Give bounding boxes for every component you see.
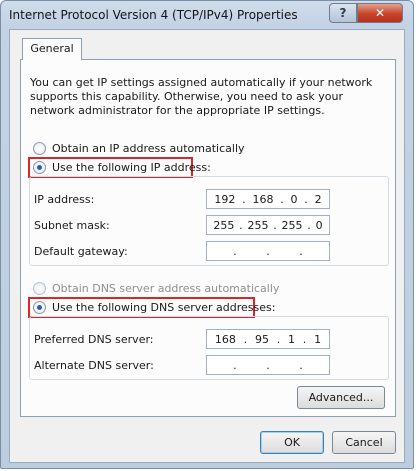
octet-separator: .	[307, 218, 311, 232]
obtain-dns-auto-radio[interactable]	[33, 281, 46, 295]
dns-octet: 95	[254, 332, 269, 346]
use-following-dns-option[interactable]: Use the following DNS server addresses:	[33, 299, 275, 315]
ip-address-label: IP address:	[34, 193, 95, 206]
octet-separator: .	[276, 332, 281, 346]
obtain-ip-auto-label: Obtain an IP address automatically	[52, 141, 245, 155]
alternate-dns-input[interactable]: . . .	[206, 355, 330, 375]
dns-server-group: Preferred DNS server: 168. 95. 1. 1 Alte…	[29, 316, 389, 380]
help-button[interactable]: ?	[329, 3, 357, 23]
obtain-ip-auto-option[interactable]: Obtain an IP address automatically	[33, 140, 245, 156]
use-following-dns-label: Use the following DNS server addresses:	[52, 300, 276, 314]
tab-general[interactable]: General	[22, 38, 82, 60]
dns-octet: 1	[288, 332, 296, 346]
subnet-mask-label: Subnet mask:	[34, 219, 110, 232]
octet-separator: .	[242, 192, 246, 206]
subnet-octet: 255	[213, 218, 235, 232]
dialog-window: Internet Protocol Version 4 (TCP/IPv4) P…	[0, 0, 414, 469]
octet-separator: .	[299, 244, 303, 258]
window-title: Internet Protocol Version 4 (TCP/IPv4) P…	[9, 8, 298, 22]
ok-button[interactable]: OK	[260, 431, 324, 454]
use-following-ip-label: Use the following IP address:	[52, 160, 211, 174]
general-tab-panel: You can get IP settings assigned automat…	[20, 59, 396, 417]
octet-separator: .	[266, 244, 270, 258]
obtain-dns-auto-label: Obtain DNS server address automatically	[52, 281, 280, 295]
dialog-client-area: General You can get IP settings assigned…	[9, 29, 405, 463]
ip-address-input[interactable]: 192. 168. 0. 2	[206, 189, 330, 209]
ip-octet: 2	[314, 192, 322, 206]
subnet-octet: 255	[281, 218, 303, 232]
advanced-button[interactable]: Advanced...	[297, 386, 385, 409]
preferred-dns-row: Preferred DNS server: 168. 95. 1. 1	[34, 329, 382, 351]
octet-separator: .	[233, 358, 237, 372]
subnet-mask-input[interactable]: 255. 255. 255. 0	[206, 215, 330, 235]
octet-separator: .	[302, 332, 307, 346]
obtain-ip-auto-radio[interactable]	[33, 141, 46, 155]
octet-separator: .	[280, 192, 284, 206]
ip-octet: 168	[252, 192, 274, 206]
preferred-dns-label: Preferred DNS server:	[34, 333, 154, 346]
octet-separator: .	[239, 218, 243, 232]
subnet-mask-row: Subnet mask: 255. 255. 255. 0	[34, 215, 382, 237]
octet-separator: .	[304, 192, 308, 206]
use-following-ip-option[interactable]: Use the following IP address:	[33, 159, 211, 175]
obtain-dns-auto-option[interactable]: Obtain DNS server address automatically	[33, 280, 279, 296]
cancel-button[interactable]: Cancel	[332, 431, 396, 454]
octet-separator: .	[266, 358, 270, 372]
ip-octet: 0	[290, 192, 298, 206]
octet-separator: .	[243, 332, 248, 346]
ip-octet: 192	[214, 192, 236, 206]
octet-separator: .	[273, 218, 277, 232]
ip-address-row: IP address: 192. 168. 0. 2	[34, 189, 382, 211]
octet-separator: .	[299, 358, 303, 372]
octet-separator: .	[233, 244, 237, 258]
subnet-octet: 255	[247, 218, 269, 232]
preferred-dns-input[interactable]: 168. 95. 1. 1	[206, 329, 330, 349]
use-following-dns-radio[interactable]	[33, 300, 46, 314]
dns-octet: 1	[314, 332, 322, 346]
use-following-ip-radio[interactable]	[33, 160, 46, 174]
close-button[interactable]: ✕	[357, 3, 403, 23]
default-gateway-row: Default gateway: . . .	[34, 241, 382, 263]
subnet-octet: 0	[315, 218, 323, 232]
alternate-dns-row: Alternate DNS server: . . .	[34, 355, 382, 377]
default-gateway-label: Default gateway:	[34, 245, 128, 258]
ip-address-group: IP address: 192. 168. 0. 2 Subnet mask: …	[29, 176, 389, 266]
description-text: You can get IP settings assigned automat…	[30, 76, 373, 117]
dns-octet: 168	[214, 332, 236, 346]
alternate-dns-label: Alternate DNS server:	[34, 359, 154, 372]
title-bar[interactable]: Internet Protocol Version 4 (TCP/IPv4) P…	[1, 1, 413, 29]
default-gateway-input[interactable]: . . .	[206, 241, 330, 261]
